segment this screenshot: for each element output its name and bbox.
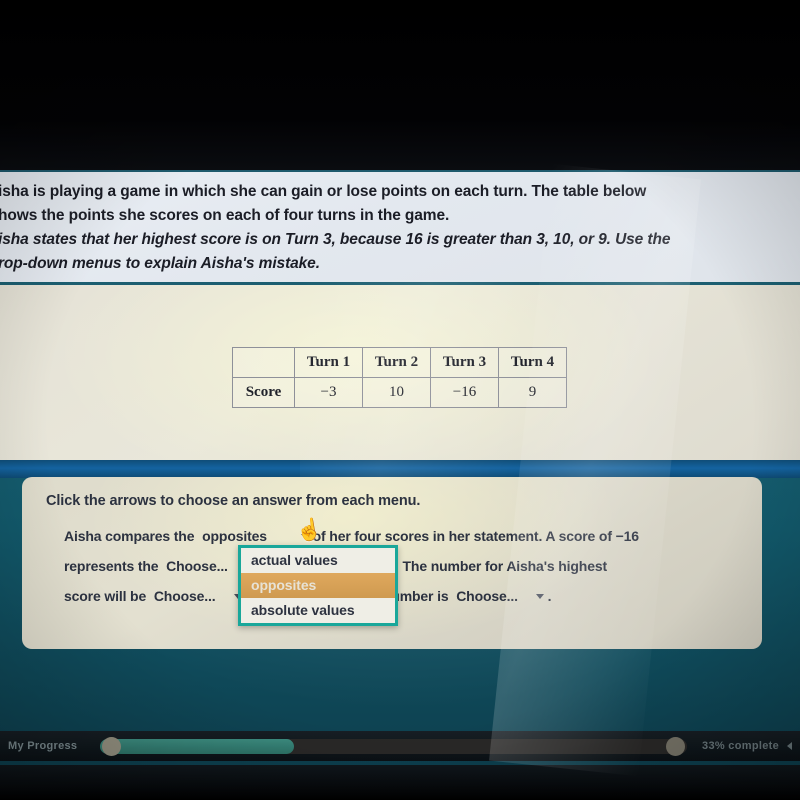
panel-divider bbox=[0, 460, 800, 478]
answer-line-3-suffix: . bbox=[547, 588, 552, 604]
monitor-bezel-top bbox=[0, 0, 800, 170]
table-cell-turn-2-score: 10 bbox=[362, 377, 431, 408]
answer-instruction: Click the arrows to choose an answer fro… bbox=[46, 493, 421, 509]
question-line-3: isha states that her highest score is on… bbox=[0, 231, 671, 248]
question-line-4: rop-down menus to explain Aisha's mistak… bbox=[0, 255, 320, 272]
answer-card: Click the arrows to choose an answer fro… bbox=[22, 477, 762, 649]
table-row: Score −3 10 −16 9 bbox=[232, 377, 567, 408]
progress-track[interactable] bbox=[100, 736, 687, 756]
table-header-turn-1: Turn 1 bbox=[294, 347, 363, 378]
table-cell-turn-4-score: 9 bbox=[498, 377, 567, 408]
table-header-row: Turn 1 Turn 2 Turn 3 Turn 4 bbox=[232, 347, 567, 378]
progress-handle-end[interactable] bbox=[666, 736, 685, 756]
answer-line-1-prefix: Aisha compares the bbox=[64, 528, 195, 544]
progress-handle-start[interactable] bbox=[102, 736, 121, 756]
table-row-label-score: Score bbox=[232, 377, 295, 408]
progress-bar: My Progress 33% complete bbox=[0, 731, 800, 761]
dropdown-1[interactable]: opposites bbox=[198, 528, 309, 544]
question-line-2: hows the points she scores on each of fo… bbox=[0, 207, 450, 224]
dropdown-3-value: Choose... bbox=[153, 588, 216, 604]
pointing-hand-cursor: ☝ bbox=[294, 517, 324, 544]
table-header-turn-3: Turn 3 bbox=[430, 347, 499, 378]
dropdown-2-value: Choose... bbox=[166, 558, 228, 574]
answer-line-3-prefix: score will be bbox=[64, 588, 147, 604]
dropdown-option-opposites[interactable]: opposites bbox=[241, 573, 395, 598]
table-corner-cell bbox=[232, 347, 295, 378]
answer-line-1-suffix: of her four scores in her statement. A s… bbox=[312, 528, 639, 544]
dropdown-1-value: opposites bbox=[202, 528, 267, 544]
screen-photo: isha is playing a game in which she can … bbox=[0, 0, 800, 800]
table-cell-turn-3-score: −16 bbox=[430, 377, 499, 408]
progress-fill bbox=[100, 738, 294, 754]
table-cell-turn-1-score: −3 bbox=[294, 377, 363, 408]
dropdown-4-value: Choose... bbox=[456, 588, 518, 604]
score-table-card: Turn 1 Turn 2 Turn 3 Turn 4 Score −3 10 … bbox=[0, 285, 800, 462]
answer-line-2-prefix: represents the bbox=[64, 558, 159, 574]
progress-percent-text: 33% complete bbox=[702, 740, 779, 752]
dropdown-option-absolute-values[interactable]: absolute values bbox=[241, 598, 395, 623]
progress-label: My Progress bbox=[8, 740, 78, 752]
chevron-right-icon[interactable] bbox=[787, 742, 792, 750]
question-line-1: isha is playing a game in which she can … bbox=[0, 183, 647, 200]
dropdown-4[interactable]: Choose... bbox=[452, 588, 544, 604]
dropdown-option-actual-values[interactable]: actual values bbox=[241, 548, 395, 573]
score-table: Turn 1 Turn 2 Turn 3 Turn 4 Score −3 10 … bbox=[232, 347, 567, 408]
table-header-turn-4: Turn 4 bbox=[498, 347, 567, 378]
dropdown-1-menu[interactable]: actual values opposites absolute values bbox=[238, 545, 398, 626]
dropdown-3[interactable]: Choose... bbox=[150, 588, 242, 604]
answer-line-1: Aisha compares the opposites of her four… bbox=[64, 528, 639, 544]
table-header-turn-2: Turn 2 bbox=[362, 347, 431, 378]
question-prompt-card: isha is playing a game in which she can … bbox=[0, 172, 800, 282]
monitor-bezel-bottom bbox=[0, 765, 800, 800]
chevron-down-icon[interactable] bbox=[535, 594, 544, 599]
